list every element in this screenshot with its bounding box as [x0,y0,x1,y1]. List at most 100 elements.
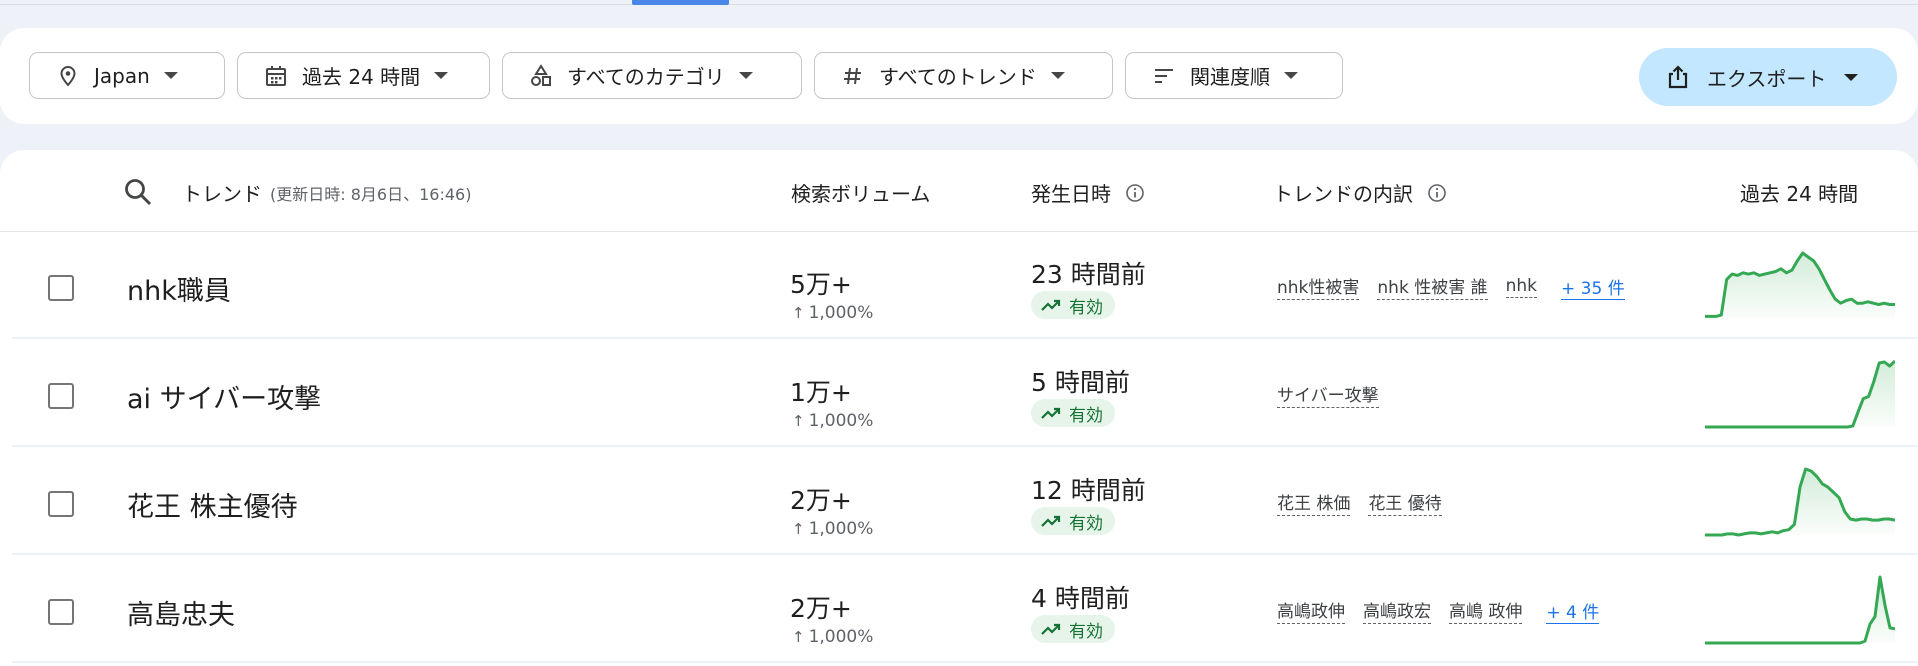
row-checkbox[interactable] [48,491,74,517]
updated-timestamp: (更新日時: 8月6日、16:46) [270,184,472,204]
trend-header-label: トレンド [182,182,262,206]
table-row[interactable]: 高島忠夫 2万+ ↑ 1,000% 4 時間前 有効 高嶋政伸 高嶋政宏 高嶋 政… [12,557,1918,663]
chevron-down-icon [1844,73,1859,81]
last24-column-header: 過去 24 時間 [1740,178,1858,207]
status-badge: 有効 [1031,615,1115,643]
trend-type-filter[interactable]: すべてのトレンド [814,52,1113,99]
trend-name[interactable]: 花王 株主優待 [127,485,298,524]
search-volume: 2万+ [790,594,852,623]
trends-table: トレンド (更新日時: 8月6日、16:46) 検索ボリューム 発生日時 トレン… [0,150,1918,666]
breakdown-query[interactable]: nhk [1505,276,1538,298]
trend-breakdown: nhk性被害 nhk 性被害 誰 nhk + 35 件 [1277,273,1625,300]
calendar-icon [264,64,288,88]
top-tab-strip [0,0,1918,5]
table-row[interactable]: 花王 株主優待 2万+ ↑ 1,000% 12 時間前 有効 花王 株価 花王 優… [12,449,1918,555]
shapes-icon [529,63,553,88]
sort-icon [1152,64,1176,88]
volume-increase-value: 1,000% [808,627,874,647]
started-time: 4 時間前 [1031,584,1130,613]
arrow-up-icon: ↑ [792,304,805,322]
sort-filter[interactable]: 関連度順 [1125,52,1343,99]
trend-name[interactable]: nhk職員 [127,269,231,308]
volume-column-header[interactable]: 検索ボリューム [791,178,930,207]
status-badge: 有効 [1031,507,1115,535]
trend-type-filter-label: すべてのトレンド [879,65,1037,89]
chevron-down-icon [1284,72,1298,79]
arrow-up-icon: ↑ [792,412,805,430]
sparkline [1705,359,1895,429]
last24-header-label: 過去 24 時間 [1740,182,1859,206]
volume-increase: ↑ 1,000% [792,303,873,323]
search-volume: 1万+ [790,378,852,407]
location-pin-icon [56,64,80,88]
time-range-filter[interactable]: 過去 24 時間 [237,52,490,99]
sparkline-area [1705,361,1895,427]
sparkline [1705,251,1895,319]
export-button-label: エクスポート [1707,66,1827,91]
trend-breakdown: 高嶋政伸 高嶋政宏 高嶋 政伸 + 4 件 [1277,597,1600,624]
status-badge: 有効 [1031,291,1115,319]
row-checkbox[interactable] [48,383,74,409]
breakdown-query[interactable]: nhk 性被害 誰 [1377,273,1488,300]
filter-bar: Japan 過去 24 時間 すべてのカテゴリ すべてのトレンド 関連度順 エク… [0,28,1918,124]
sparkline-area [1705,469,1895,535]
started-column-header[interactable]: 発生日時 [1031,178,1145,207]
breakdown-more-link[interactable]: + 4 件 [1546,598,1600,624]
row-checkbox[interactable] [48,275,74,301]
table-row[interactable]: ai サイバー攻撃 1万+ ↑ 1,000% 5 時間前 有効 サイバー攻撃 [12,341,1918,447]
status-label: 有効 [1069,513,1103,534]
breakdown-column-header: トレンドの内訳 [1273,178,1447,207]
breakdown-query[interactable]: nhk性被害 [1277,273,1360,300]
status-badge: 有効 [1031,399,1115,427]
breakdown-query[interactable]: 花王 株価 [1277,489,1351,516]
trend-breakdown: サイバー攻撃 [1277,381,1397,408]
trending-up-icon [1041,406,1061,420]
info-icon[interactable] [1427,183,1447,203]
breakdown-more-link[interactable]: + 35 件 [1561,274,1625,300]
breakdown-query[interactable]: サイバー攻撃 [1277,381,1379,408]
started-time: 23 時間前 [1031,260,1146,289]
volume-header-label: 検索ボリューム [791,182,931,206]
export-button[interactable]: エクスポート [1639,48,1897,106]
chevron-down-icon [163,72,178,79]
chevron-down-icon [434,72,449,79]
location-filter[interactable]: Japan [29,52,225,99]
status-label: 有効 [1069,405,1103,426]
trend-column-header: トレンド (更新日時: 8月6日、16:46) [182,178,471,207]
sparkline-line [1705,575,1895,645]
table-header: トレンド (更新日時: 8月6日、16:46) 検索ボリューム 発生日時 トレン… [0,150,1918,232]
info-icon[interactable] [1125,183,1145,203]
table-row[interactable]: nhk職員 5万+ ↑ 1,000% 23 時間前 有効 nhk性被害 nhk 性… [12,233,1918,339]
breakdown-query[interactable]: 高嶋政宏 [1363,597,1431,624]
sparkline [1705,575,1895,645]
row-checkbox[interactable] [48,599,74,625]
category-filter-label: すべてのカテゴリ [567,65,725,89]
trending-up-icon [1041,298,1061,312]
search-volume: 5万+ [790,270,852,299]
location-filter-label: Japan [94,63,150,88]
hash-icon [841,64,865,88]
trend-name[interactable]: ai サイバー攻撃 [127,377,321,416]
search-icon[interactable] [122,176,154,208]
status-label: 有効 [1069,621,1103,642]
arrow-up-icon: ↑ [792,628,805,646]
search-volume: 2万+ [790,486,852,515]
trend-breakdown: 花王 株価 花王 優待 [1277,489,1460,516]
volume-increase: ↑ 1,000% [792,411,873,431]
time-range-filter-label: 過去 24 時間 [302,65,421,89]
started-header-label: 発生日時 [1031,182,1111,206]
trending-up-icon [1041,514,1061,528]
sparkline-area [1705,253,1895,319]
breakdown-query[interactable]: 花王 優待 [1368,489,1442,516]
category-filter[interactable]: すべてのカテゴリ [502,52,802,99]
breakdown-query[interactable]: 高嶋 政伸 [1449,597,1523,624]
trending-up-icon [1041,622,1061,636]
sort-filter-label: 関連度順 [1190,65,1270,89]
started-time: 12 時間前 [1031,476,1146,505]
trend-name[interactable]: 高島忠夫 [127,593,235,632]
chevron-down-icon [1050,72,1065,79]
volume-increase-value: 1,000% [808,411,874,431]
volume-increase: ↑ 1,000% [792,519,873,539]
breakdown-query[interactable]: 高嶋政伸 [1277,597,1345,624]
volume-increase-value: 1,000% [808,519,874,539]
